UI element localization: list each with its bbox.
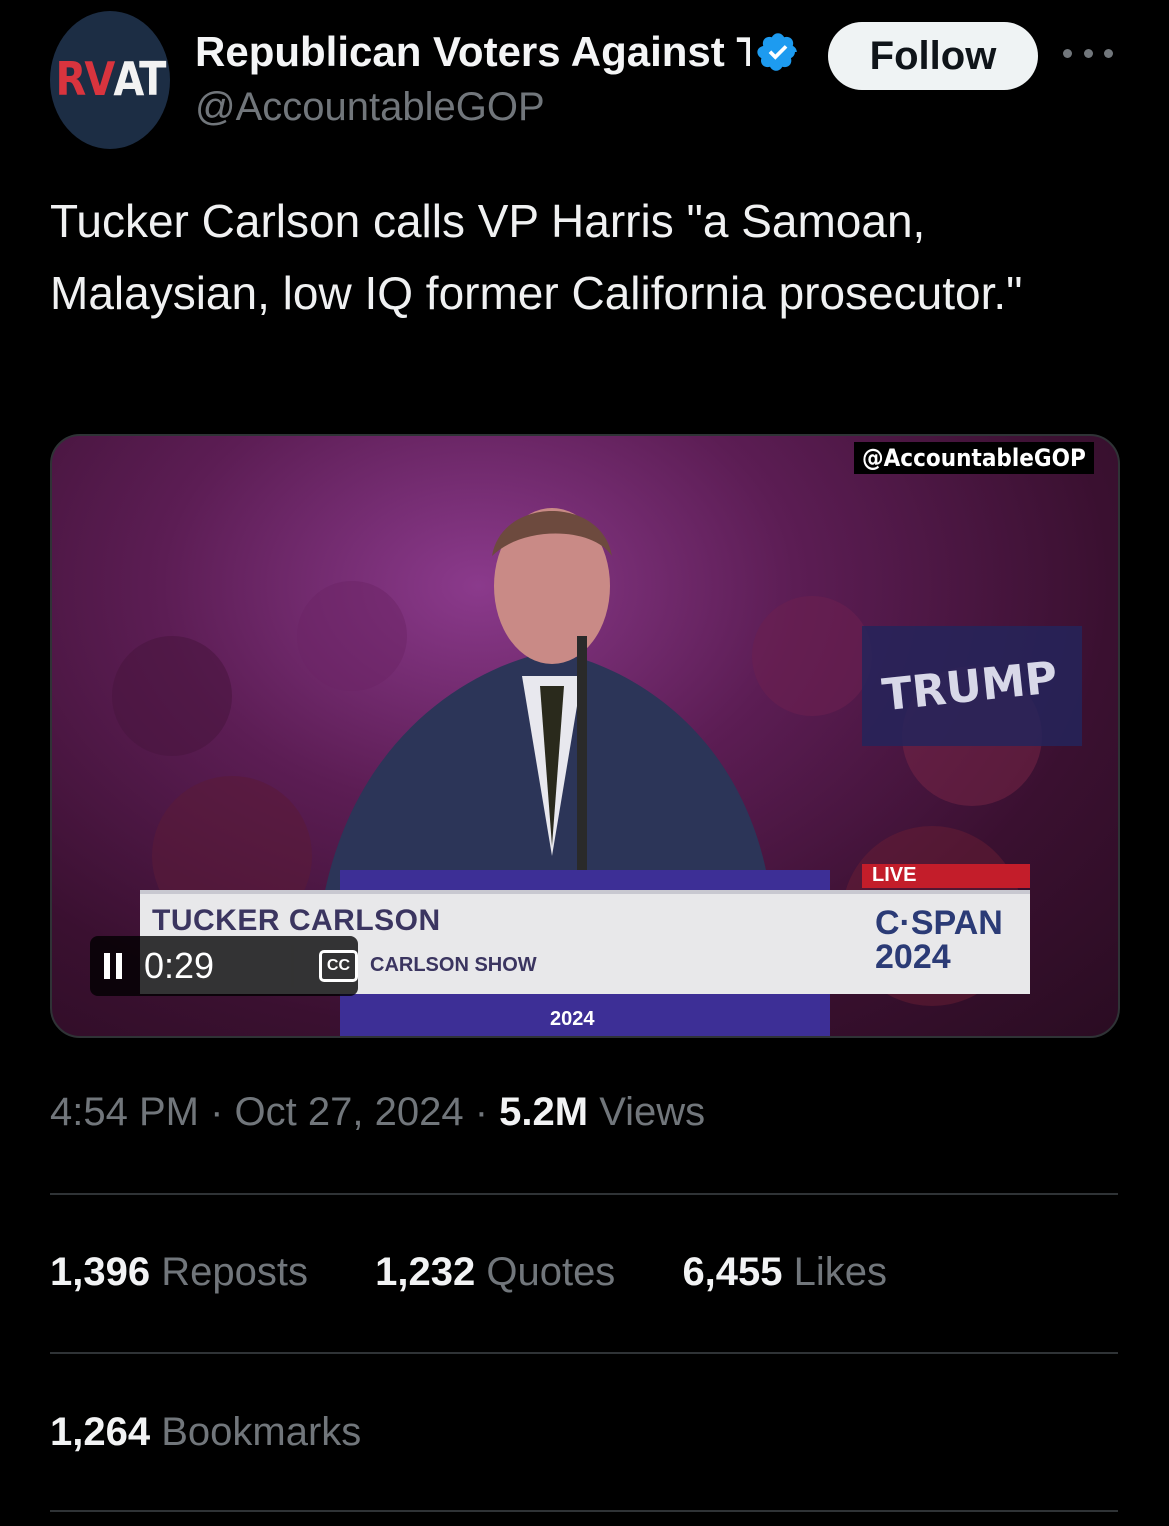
name-row: Republican Voters Against Trump	[195, 28, 800, 76]
tweet-meta: 4:54 PM · Oct 27, 2024 · 5.2M Views	[50, 1090, 705, 1135]
views-label: Views	[599, 1090, 706, 1134]
display-name[interactable]: Republican Voters Against Trump	[195, 28, 750, 76]
network-logo: C·SPAN 2024	[875, 906, 1003, 974]
podium-year: 2024	[550, 1008, 595, 1030]
reposts-label: Reposts	[161, 1250, 308, 1294]
divider	[50, 1510, 1118, 1512]
video-watermark: @AccountableGOP	[854, 442, 1094, 474]
meta-separator: ·	[210, 1090, 235, 1134]
views-count: 5.2M	[499, 1090, 589, 1134]
video-time: 0:29	[136, 945, 294, 987]
avatar-text-red: RV	[55, 53, 116, 107]
live-indicator: LIVE	[862, 864, 1030, 888]
lower-third-show: CARLSON SHOW	[370, 954, 537, 976]
tweet-text: Tucker Carlson calls VP Harris "a Samoan…	[50, 195, 1023, 319]
bookmarks-label: Bookmarks	[161, 1410, 362, 1454]
tweet-time[interactable]: 4:54 PM	[50, 1090, 199, 1134]
engagement-stats: 1,396 Reposts 1,232 Quotes 6,455 Likes	[50, 1250, 943, 1295]
bookmarks-count: 1,264	[50, 1410, 151, 1454]
handle[interactable]: @AccountableGOP	[195, 85, 545, 130]
follow-button[interactable]: Follow	[828, 22, 1038, 90]
tweet-date[interactable]: Oct 27, 2024	[235, 1090, 464, 1134]
reposts-count: 1,396	[50, 1250, 151, 1294]
lower-third-name: TUCKER CARLSON	[152, 904, 441, 937]
network-line-2: 2024	[875, 938, 951, 976]
verified-badge-icon	[757, 33, 797, 71]
quotes-count: 1,232	[375, 1250, 476, 1294]
tweet-header: RVAT Republican Voters Against Trump @Ac…	[50, 11, 1120, 149]
avatar-text-white: AT	[113, 53, 166, 107]
closed-captions-icon[interactable]: CC	[318, 950, 358, 982]
divider	[50, 1193, 1118, 1195]
more-horizontal-icon[interactable]	[1063, 38, 1113, 68]
pause-icon[interactable]	[90, 936, 136, 996]
reposts-stat[interactable]: 1,396 Reposts	[50, 1250, 308, 1294]
video-controls: 0:29 CC	[90, 936, 358, 996]
network-line-1: C·SPAN	[875, 904, 1003, 942]
video-player[interactable]: TRUMP @AccountableGOP 2024 LIVE TUCKER C…	[50, 434, 1120, 1038]
meta-separator: ·	[474, 1090, 500, 1134]
divider	[50, 1352, 1118, 1354]
quotes-label: Quotes	[486, 1250, 616, 1294]
bookmarks-stat[interactable]: 1,264 Bookmarks	[50, 1410, 361, 1455]
avatar[interactable]: RV AT	[50, 11, 170, 149]
likes-count: 6,455	[682, 1250, 783, 1294]
likes-stat[interactable]: 6,455 Likes	[682, 1250, 887, 1294]
quotes-stat[interactable]: 1,232 Quotes	[375, 1250, 615, 1294]
likes-label: Likes	[793, 1250, 888, 1294]
